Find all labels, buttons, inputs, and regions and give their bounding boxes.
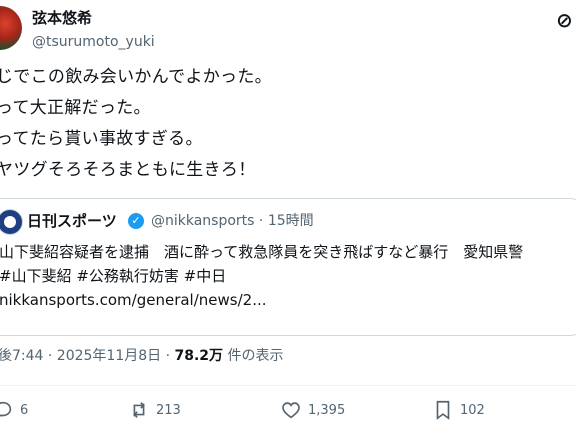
quoted-author-meta: @nikkansports · 15時間 — [151, 213, 314, 229]
quoted-hashtags[interactable]: #山下斐紹 #公務執行妨害 #中日 — [0, 266, 226, 287]
like-button[interactable]: 1,395 — [280, 398, 345, 422]
author-handle[interactable]: @tsurumoto_yuki — [32, 33, 155, 51]
bookmark-count: 102 — [460, 402, 485, 418]
view-count: 78.2万 — [174, 348, 224, 364]
quoted-text-line: 山下斐紹容疑者を逮捕 酒に酔って救急隊員を突き飛ばすなど暴行 愛知県警 — [0, 243, 524, 261]
tweet-text-line: って大正解だった。 — [0, 98, 151, 118]
grok-icon[interactable]: ⊘ — [556, 10, 573, 30]
reply-button[interactable]: 6 — [0, 398, 28, 422]
reply-icon — [0, 401, 12, 417]
divider — [0, 385, 576, 386]
quoted-avatar[interactable] — [0, 209, 23, 235]
heart-icon — [282, 402, 300, 419]
action-bar: 6 213 1,395 102 — [0, 396, 576, 426]
repost-button[interactable]: 213 — [128, 398, 181, 422]
like-count: 1,395 — [308, 402, 346, 418]
bookmark-button[interactable]: 102 — [432, 398, 485, 422]
repost-icon — [133, 402, 145, 418]
view-label: 件の表示 — [223, 348, 284, 364]
reply-count: 6 — [20, 402, 29, 418]
author-name[interactable]: 弦本悠希 — [32, 8, 92, 28]
verified-badge-icon: ✓ — [128, 213, 144, 229]
quoted-tweet-card[interactable]: 日刊スポーツ ✓ @nikkansports · 15時間 山下斐紹容疑者を逮捕… — [0, 198, 576, 336]
tweet-text-line: ってたら貰い事故すぎる。 — [0, 129, 203, 149]
timestamp[interactable]: 後7:44 · 2025年11月8日 · — [0, 348, 175, 364]
repost-count: 213 — [156, 402, 181, 418]
quoted-link[interactable]: nikkansports.com/general/news/2... — [0, 290, 267, 311]
tweet-text-line: ヤツグそろそろまともに生きろ！ — [0, 160, 256, 180]
bookmark-icon — [436, 400, 450, 420]
tweet-text-line: じでこの飲み会いかんでよかった。 — [0, 67, 272, 87]
quoted-author-name[interactable]: 日刊スポーツ — [27, 211, 117, 231]
tweet-meta: 後7:44 · 2025年11月8日 · 78.2万 件の表示 — [0, 346, 284, 366]
author-avatar[interactable] — [0, 6, 22, 50]
